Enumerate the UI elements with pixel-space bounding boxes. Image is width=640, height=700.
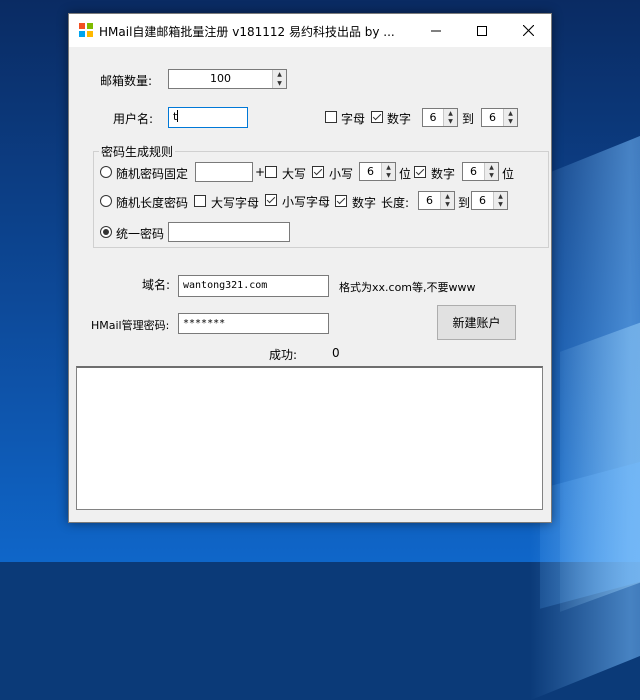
digit-checkbox[interactable] bbox=[414, 166, 426, 178]
upper-label: 大写 bbox=[282, 167, 307, 181]
title-bar[interactable]: HMail自建邮箱批量注册 v181112 易约科技出品 by ... bbox=[69, 14, 551, 47]
domain-value: wantong321.com bbox=[183, 280, 268, 291]
app-icon bbox=[79, 23, 93, 37]
random-length-label: 随机长度密码 bbox=[116, 196, 189, 210]
stepper-down-icon[interactable]: ▼ bbox=[444, 117, 457, 126]
lower-checkbox[interactable] bbox=[312, 166, 324, 178]
admin-password-value: ******* bbox=[183, 318, 226, 329]
stepper-down-icon[interactable]: ▼ bbox=[441, 200, 454, 209]
length-max-stepper[interactable]: 6 ▲ ▼ bbox=[471, 191, 508, 210]
lower-count-value: 6 bbox=[367, 165, 374, 178]
digit-label: 数字 bbox=[431, 167, 456, 181]
stepper-arrows: ▲ ▼ bbox=[440, 192, 454, 209]
length-digit-checkbox[interactable] bbox=[335, 195, 347, 207]
length-min-value: 6 bbox=[426, 194, 433, 207]
mailbox-count-label: 邮箱数量: bbox=[100, 74, 153, 88]
domain-label: 域名: bbox=[142, 278, 171, 292]
plus-sign: + bbox=[255, 165, 266, 179]
domain-hint: 格式为xx.com等,不要www bbox=[339, 281, 476, 294]
digits-min-stepper[interactable]: 6 ▲ ▼ bbox=[422, 108, 458, 127]
stepper-arrows: ▲ ▼ bbox=[484, 163, 498, 180]
unified-password-radio[interactable] bbox=[100, 226, 112, 238]
maximize-icon bbox=[477, 25, 487, 36]
digits-label: 数字 bbox=[387, 112, 412, 126]
upper-checkbox[interactable] bbox=[265, 166, 277, 178]
lower-label: 小写 bbox=[329, 167, 354, 181]
length-min-stepper[interactable]: 6 ▲ ▼ bbox=[418, 191, 455, 210]
mailbox-count-value: 100 bbox=[210, 72, 231, 85]
minimize-icon bbox=[431, 30, 441, 31]
digits-min-value: 6 bbox=[429, 111, 437, 124]
random-fixed-radio[interactable] bbox=[100, 166, 112, 178]
lower-letter-checkbox[interactable] bbox=[265, 194, 277, 206]
success-label: 成功: bbox=[269, 348, 298, 362]
stepper-down-icon[interactable]: ▼ bbox=[485, 171, 498, 180]
mailbox-count-stepper[interactable]: 100 ▲ ▼ bbox=[168, 69, 287, 89]
username-input[interactable]: t bbox=[168, 107, 248, 128]
length-label: 长度: bbox=[381, 196, 410, 210]
admin-password-label: HMail管理密码: bbox=[91, 319, 170, 332]
stepper-arrows: ▲ ▼ bbox=[443, 109, 457, 126]
stepper-arrows: ▲ ▼ bbox=[493, 192, 507, 209]
letters-checkbox[interactable] bbox=[325, 111, 337, 123]
random-length-radio[interactable] bbox=[100, 195, 112, 207]
digit-count-stepper[interactable]: 6 ▲ ▼ bbox=[462, 162, 499, 181]
text-cursor bbox=[177, 110, 179, 122]
stepper-down-icon[interactable]: ▼ bbox=[504, 117, 517, 126]
app-window: HMail自建邮箱批量注册 v181112 易约科技出品 by ... 邮箱数量… bbox=[68, 13, 552, 523]
username-label: 用户名: bbox=[113, 112, 154, 126]
lower-count-stepper[interactable]: 6 ▲ ▼ bbox=[359, 162, 396, 181]
length-digit-label: 数字 bbox=[352, 196, 377, 210]
stepper-arrows: ▲ ▼ bbox=[381, 163, 395, 180]
letters-label: 字母 bbox=[341, 112, 366, 126]
close-button[interactable] bbox=[505, 14, 551, 47]
maximize-button[interactable] bbox=[459, 14, 505, 47]
to-label: 到 bbox=[458, 196, 471, 210]
digits-max-value: 6 bbox=[489, 111, 496, 124]
domain-input[interactable]: wantong321.com bbox=[178, 275, 329, 297]
stepper-down-icon[interactable]: ▼ bbox=[382, 171, 395, 180]
unified-password-input[interactable] bbox=[168, 222, 290, 242]
stepper-down-icon[interactable]: ▼ bbox=[494, 200, 507, 209]
upper-letter-label: 大写字母 bbox=[211, 196, 260, 210]
stepper-arrows: ▲ ▼ bbox=[272, 70, 286, 88]
to-label: 到 bbox=[462, 112, 475, 126]
lower-letter-label: 小写字母 bbox=[282, 195, 331, 209]
random-fixed-label: 随机密码固定 bbox=[116, 167, 189, 181]
success-count: 0 bbox=[332, 346, 340, 360]
password-rules-title: 密码生成规则 bbox=[99, 143, 176, 160]
length-max-value: 6 bbox=[479, 194, 486, 207]
close-icon bbox=[522, 25, 534, 36]
digits-checkbox[interactable] bbox=[371, 111, 383, 123]
digit-count-value: 6 bbox=[470, 165, 477, 178]
unified-password-label: 统一密码 bbox=[116, 227, 165, 241]
stepper-down-icon[interactable]: ▼ bbox=[273, 79, 286, 88]
admin-password-input[interactable]: ******* bbox=[178, 313, 329, 334]
stepper-arrows: ▲ ▼ bbox=[503, 109, 517, 126]
minimize-button[interactable] bbox=[413, 14, 459, 47]
output-log[interactable] bbox=[76, 366, 543, 510]
random-fixed-input[interactable] bbox=[195, 162, 253, 182]
create-account-label: 新建账户 bbox=[452, 316, 501, 330]
unit-label: 位 bbox=[399, 167, 412, 181]
unit-label: 位 bbox=[502, 167, 515, 181]
digits-max-stepper[interactable]: 6 ▲ ▼ bbox=[481, 108, 518, 127]
upper-letter-checkbox[interactable] bbox=[194, 195, 206, 207]
window-title: HMail自建邮箱批量注册 v181112 易约科技出品 by ... bbox=[99, 25, 395, 39]
create-account-button[interactable]: 新建账户 bbox=[437, 305, 516, 340]
